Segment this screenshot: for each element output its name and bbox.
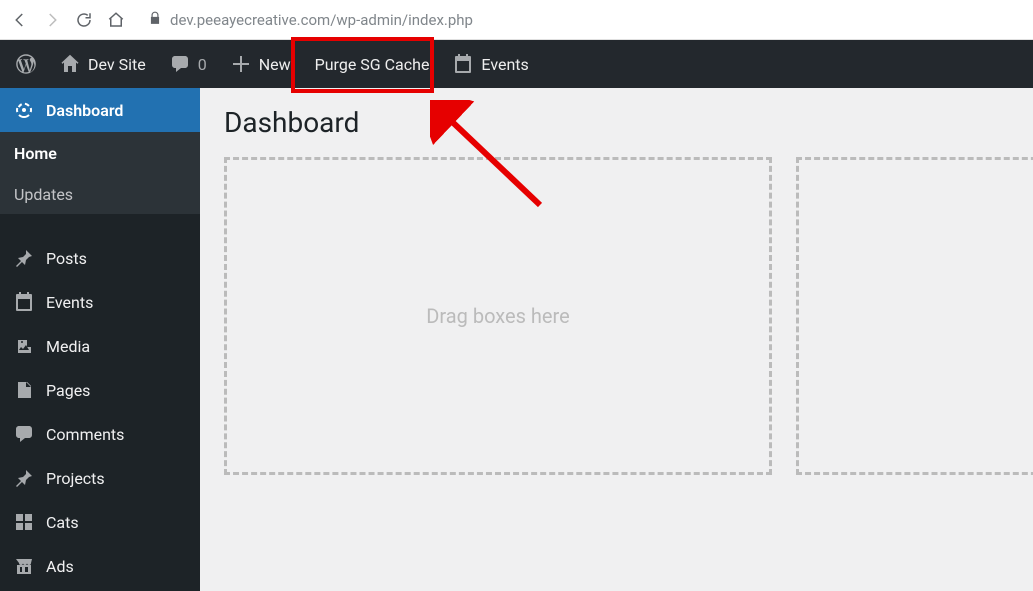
store-icon bbox=[14, 556, 34, 576]
media-icon bbox=[14, 336, 34, 356]
wp-admin-bar: Dev Site 0 New Purge SG Cache Events bbox=[0, 40, 1033, 88]
purge-label: Purge SG Cache bbox=[315, 55, 430, 74]
sidebar-item-label: Projects bbox=[46, 469, 105, 488]
sidebar-item-label: Events bbox=[46, 293, 93, 312]
sidebar-item-label: Media bbox=[46, 337, 90, 356]
sidebar-item-label: Pages bbox=[46, 381, 90, 400]
site-name-menu[interactable]: Dev Site bbox=[50, 40, 156, 88]
lock-icon bbox=[148, 11, 162, 29]
dashboard-icon bbox=[14, 100, 34, 120]
widget-drop-zone[interactable]: Drag boxes here bbox=[224, 157, 772, 475]
url-text: dev.peeayecreative.com/wp-admin/index.ph… bbox=[170, 11, 473, 29]
address-bar[interactable]: dev.peeayecreative.com/wp-admin/index.ph… bbox=[138, 11, 1023, 29]
sidebar-item-pages[interactable]: Pages bbox=[0, 368, 200, 412]
wordpress-icon bbox=[16, 54, 36, 74]
events-menu[interactable]: Events bbox=[443, 40, 538, 88]
submenu-home[interactable]: Home bbox=[0, 132, 200, 173]
submenu-updates[interactable]: Updates bbox=[0, 173, 200, 214]
pages-icon bbox=[14, 380, 34, 400]
calendar-icon bbox=[453, 54, 473, 74]
menu-separator bbox=[0, 214, 200, 236]
home-button[interactable] bbox=[106, 10, 126, 30]
admin-sidebar: Dashboard Home Updates Posts Events Medi… bbox=[0, 88, 200, 591]
sidebar-item-label: Posts bbox=[46, 249, 87, 268]
pin-icon bbox=[14, 468, 34, 488]
events-label: Events bbox=[481, 55, 528, 74]
comment-icon bbox=[170, 54, 190, 74]
forward-button[interactable] bbox=[42, 10, 62, 30]
page-title: Dashboard bbox=[224, 106, 1009, 139]
gallery-icon bbox=[14, 512, 34, 532]
house-icon bbox=[60, 54, 80, 74]
sidebar-item-projects[interactable]: Projects bbox=[0, 456, 200, 500]
widget-drop-zone[interactable]: Drag b bbox=[796, 157, 1033, 475]
reload-button[interactable] bbox=[74, 10, 94, 30]
dashboard-widgets-row: Drag boxes here Drag b bbox=[224, 157, 1009, 475]
comments-menu[interactable]: 0 bbox=[160, 40, 217, 88]
sidebar-item-dashboard[interactable]: Dashboard bbox=[0, 88, 200, 132]
sidebar-item-events[interactable]: Events bbox=[0, 280, 200, 324]
site-name-label: Dev Site bbox=[88, 55, 146, 74]
new-content-menu[interactable]: New bbox=[221, 40, 301, 88]
browser-toolbar: dev.peeayecreative.com/wp-admin/index.ph… bbox=[0, 0, 1033, 40]
sidebar-item-ads[interactable]: Ads bbox=[0, 544, 200, 588]
sidebar-item-posts[interactable]: Posts bbox=[0, 236, 200, 280]
url-path: /wp-admin/index.php bbox=[330, 11, 473, 29]
pin-icon bbox=[14, 248, 34, 268]
purge-cache-menu[interactable]: Purge SG Cache bbox=[305, 40, 440, 88]
back-button[interactable] bbox=[10, 10, 30, 30]
sidebar-item-comments[interactable]: Comments bbox=[0, 412, 200, 456]
comment-count: 0 bbox=[198, 55, 207, 74]
sidebar-item-media[interactable]: Media bbox=[0, 324, 200, 368]
sidebar-item-cats[interactable]: Cats bbox=[0, 500, 200, 544]
plus-icon bbox=[231, 54, 251, 74]
drag-hint-text: Drag boxes here bbox=[426, 304, 569, 328]
new-label: New bbox=[259, 55, 291, 74]
sidebar-item-label: Cats bbox=[46, 513, 79, 532]
url-host: dev.peeayecreative.com bbox=[170, 11, 330, 29]
dashboard-label: Dashboard bbox=[46, 101, 123, 120]
calendar-icon bbox=[14, 292, 34, 312]
main-content: Dashboard Drag boxes here Drag b bbox=[200, 88, 1033, 591]
wp-logo-menu[interactable] bbox=[6, 40, 46, 88]
sidebar-item-label: Comments bbox=[46, 425, 124, 444]
comment-icon bbox=[14, 424, 34, 444]
sidebar-item-label: Ads bbox=[46, 557, 74, 576]
dashboard-submenu: Home Updates bbox=[0, 132, 200, 214]
